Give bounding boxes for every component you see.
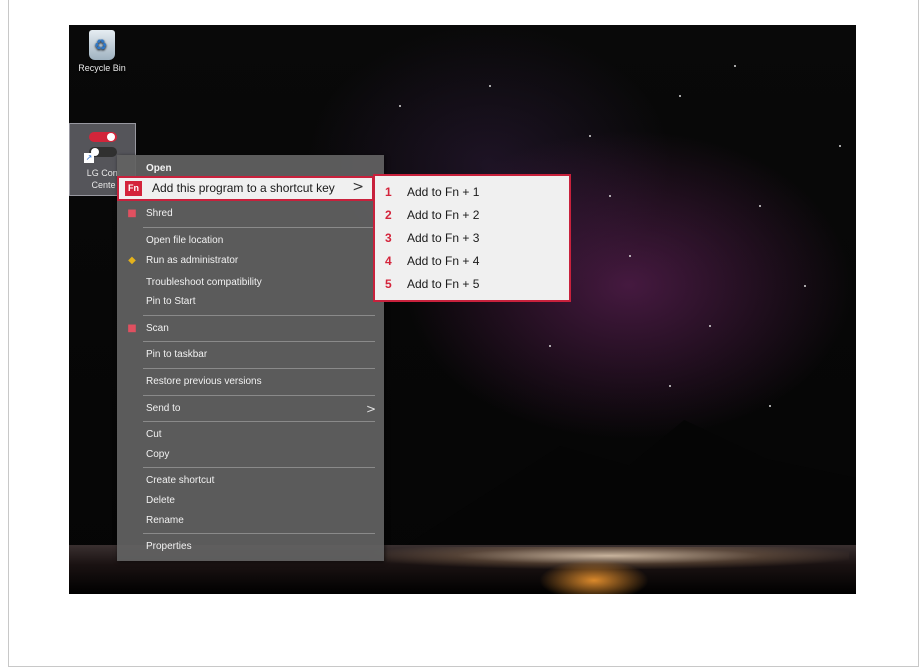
submenu-item-fn-2[interactable]: 2 Add to Fn + 2 <box>385 206 479 224</box>
star <box>709 325 711 327</box>
star <box>399 105 401 107</box>
submenu-item-fn-4[interactable]: 4 Add to Fn + 4 <box>385 252 479 270</box>
submenu-item-fn-1[interactable]: 1 Add to Fn + 1 <box>385 183 479 201</box>
menu-separator <box>143 227 375 228</box>
star <box>669 385 671 387</box>
chevron-right-icon: > <box>365 402 376 416</box>
mountain-silhouette <box>399 420 856 550</box>
number-badge: 3 <box>385 231 392 245</box>
shred-icon: ■ <box>127 208 137 219</box>
number-badge: 4 <box>385 254 392 268</box>
number-badge: 2 <box>385 208 392 222</box>
shortcut-key-submenu: 1 Add to Fn + 1 2 Add to Fn + 2 3 Add to Fn… <box>373 174 571 302</box>
menu-item-restore-previous-versions[interactable]: Restore previous versions <box>117 373 384 391</box>
star <box>769 405 771 407</box>
submenu-item-fn-3[interactable]: 3 Add to Fn + 3 <box>385 229 479 247</box>
menu-item-properties[interactable]: Properties <box>117 538 384 556</box>
star <box>489 85 491 87</box>
chevron-right-icon: > <box>352 179 364 195</box>
menu-item-troubleshoot-compatibility[interactable]: Troubleshoot compatibility <box>117 274 384 292</box>
menu-item-copy[interactable]: Copy <box>117 446 384 464</box>
star <box>589 135 591 137</box>
menu-separator <box>143 315 375 316</box>
sunset-reflection <box>539 560 649 594</box>
menu-item-pin-to-taskbar[interactable]: Pin to taskbar <box>117 346 384 364</box>
lg-control-center-icon: ↗ <box>84 129 120 163</box>
desktop-icon-recycle-bin[interactable]: Recycle Bin <box>69 30 135 73</box>
scan-icon: ■ <box>127 323 137 334</box>
star <box>734 65 736 67</box>
menu-separator <box>143 341 375 342</box>
menu-item-rename[interactable]: Rename <box>117 512 384 530</box>
star <box>629 255 631 257</box>
menu-item-send-to[interactable]: Send to > <box>117 400 384 418</box>
menu-item-run-as-administrator[interactable]: ◆ Run as administrator <box>117 252 384 270</box>
menu-item-shred[interactable]: ■ Shred <box>117 205 384 223</box>
menu-item-add-shortcut-key[interactable]: Fn Add this program to a shortcut key > <box>117 176 374 201</box>
menu-item-create-shortcut[interactable]: Create shortcut <box>117 472 384 490</box>
submenu-item-fn-5[interactable]: 5 Add to Fn + 5 <box>385 275 479 293</box>
menu-item-cut[interactable]: Cut <box>117 426 384 444</box>
star <box>609 195 611 197</box>
number-badge: 5 <box>385 277 392 291</box>
menu-separator <box>143 395 375 396</box>
star <box>759 205 761 207</box>
menu-item-scan[interactable]: ■ Scan <box>117 320 384 338</box>
menu-separator <box>143 368 375 369</box>
shield-icon: ◆ <box>128 255 136 266</box>
desktop-icon-label: Recycle Bin <box>78 63 126 73</box>
star <box>804 285 806 287</box>
menu-item-delete[interactable]: Delete <box>117 492 384 510</box>
menu-separator <box>143 533 375 534</box>
menu-item-open-file-location[interactable]: Open file location <box>117 232 384 250</box>
menu-separator <box>143 467 375 468</box>
fn-icon: Fn <box>125 181 142 196</box>
shortcut-arrow-icon: ↗ <box>84 153 94 163</box>
context-menu: Open Fn Add this program to a shortcut k… <box>117 155 384 561</box>
star <box>679 95 681 97</box>
menu-item-pin-to-start[interactable]: Pin to Start <box>117 293 384 311</box>
recycle-bin-icon <box>89 30 115 60</box>
star <box>839 145 841 147</box>
menu-separator <box>143 421 375 422</box>
number-badge: 1 <box>385 185 392 199</box>
star <box>549 345 551 347</box>
